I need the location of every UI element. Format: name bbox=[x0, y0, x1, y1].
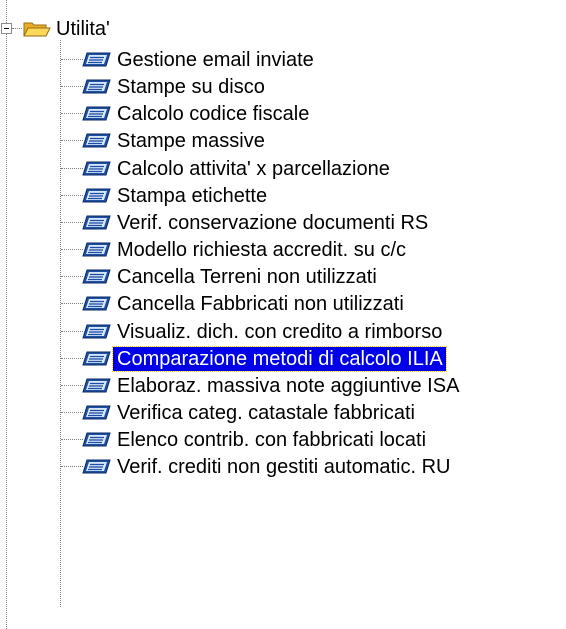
tree-node-item[interactable]: Stampe massive bbox=[80, 127, 268, 154]
tree-guide-line bbox=[61, 59, 83, 60]
tree-node-label: Cancella Fabbricati non utilizzati bbox=[117, 292, 404, 315]
form-icon bbox=[80, 185, 113, 206]
tree-guide-line bbox=[61, 113, 83, 114]
tree-node-item[interactable]: Calcolo codice fiscale bbox=[80, 100, 312, 127]
tree-node-item[interactable]: Elenco contrib. con fabbricati locati bbox=[80, 426, 429, 453]
tree-node-label: Visualiz. dich. con credito a rimborso bbox=[117, 320, 443, 343]
tree-node-label: Stampe massive bbox=[117, 129, 265, 152]
tree-guide-line bbox=[6, 0, 7, 629]
tree-node-item[interactable]: Verif. crediti non gestiti automatic. RU bbox=[80, 453, 453, 480]
form-icon bbox=[80, 348, 113, 369]
tree-node-label: Verifica categ. catastale fabbricati bbox=[117, 401, 415, 424]
folder-icon bbox=[78, 624, 108, 629]
tree-guide-line bbox=[61, 140, 83, 141]
tree-guide-line bbox=[61, 439, 83, 440]
tree-guide-line bbox=[61, 303, 83, 304]
form-icon bbox=[80, 456, 113, 477]
tree-node-label: Elenco contrib. con fabbricati locati bbox=[117, 428, 427, 451]
tree-node-item[interactable]: Verifica categ. catastale fabbricati bbox=[80, 399, 418, 426]
tree-guide-line bbox=[61, 412, 83, 413]
tree-node-item[interactable]: Calcolo attivita' x parcellazione bbox=[80, 155, 393, 182]
tree-node-item[interactable]: Stampa etichette bbox=[80, 182, 270, 209]
tree-node-item[interactable]: Cancella Terreni non utilizzati bbox=[80, 263, 380, 290]
tree-node-item[interactable]: Comparazione metodi di calcolo ILIA bbox=[80, 345, 447, 372]
collapse-toggle[interactable] bbox=[1, 23, 12, 34]
tree-node-utilita[interactable]: Utilita' bbox=[22, 15, 113, 42]
tree-guide-line bbox=[61, 466, 83, 467]
form-icon bbox=[80, 212, 113, 233]
tree-node-label: Calcolo codice fiscale bbox=[117, 102, 310, 125]
tree-view[interactable]: Utilita' Gestione email inviate Stampe su… bbox=[0, 0, 566, 629]
tree-guide-line bbox=[61, 86, 83, 87]
tree-guide-line bbox=[61, 358, 83, 359]
folder-open-icon bbox=[22, 18, 52, 39]
form-icon bbox=[80, 76, 113, 97]
tree-node-label: Gestione email inviate bbox=[117, 48, 314, 71]
tree-node-label: Stampe su disco bbox=[117, 75, 265, 98]
tree-node-label: Verif. crediti non gestiti automatic. RU bbox=[117, 455, 451, 478]
tree-node-item[interactable]: Stampe su disco bbox=[80, 73, 268, 100]
form-icon bbox=[80, 239, 113, 260]
tree-guide-line bbox=[61, 331, 83, 332]
form-icon bbox=[80, 103, 113, 124]
form-icon bbox=[80, 293, 113, 314]
form-icon bbox=[80, 49, 113, 70]
tree-node-item[interactable]: Modello richiesta accredit. su c/c bbox=[80, 236, 409, 263]
tree-node-label: Cancella Terreni non utilizzati bbox=[117, 265, 377, 288]
tree-node-label: Calcolo attivita' x parcellazione bbox=[117, 157, 390, 180]
form-icon bbox=[80, 429, 113, 450]
tree-guide-line bbox=[61, 195, 83, 196]
tree-guide-line bbox=[61, 385, 83, 386]
tree-guide-line bbox=[61, 222, 83, 223]
tree-node-label: Stampa etichette bbox=[117, 184, 268, 207]
tree-guide-line bbox=[61, 249, 83, 250]
tree-guide-line bbox=[60, 40, 61, 607]
tree-node-item[interactable]: Verif. conservazione documenti RS bbox=[80, 209, 431, 236]
form-icon bbox=[80, 321, 113, 342]
form-icon bbox=[80, 158, 113, 179]
form-icon bbox=[80, 130, 113, 151]
tree-node-label: Modello richiesta accredit. su c/c bbox=[117, 238, 407, 261]
tree-node-item[interactable]: Elaboraz. massiva note aggiuntive ISA bbox=[80, 372, 462, 399]
form-icon bbox=[80, 402, 113, 423]
tree-guide-line bbox=[61, 168, 83, 169]
tree-node-item[interactable]: Visualiz. dich. con credito a rimborso bbox=[80, 318, 445, 345]
tree-node-label: Utilita' bbox=[56, 17, 110, 40]
tree-guide-line bbox=[12, 28, 22, 29]
tree-node-label: Elaboraz. massiva note aggiuntive ISA bbox=[117, 374, 460, 397]
form-icon bbox=[80, 266, 113, 287]
tree-guide-line bbox=[61, 276, 83, 277]
tree-node-label: Comparazione metodi di calcolo ILIA bbox=[112, 345, 447, 372]
tree-node-label: Verif. conservazione documenti RS bbox=[117, 211, 429, 234]
form-icon bbox=[80, 375, 113, 396]
tree-node-item[interactable]: Cancella Fabbricati non utilizzati bbox=[80, 290, 407, 317]
tree-node-item[interactable]: Gestione email inviate bbox=[80, 46, 317, 73]
